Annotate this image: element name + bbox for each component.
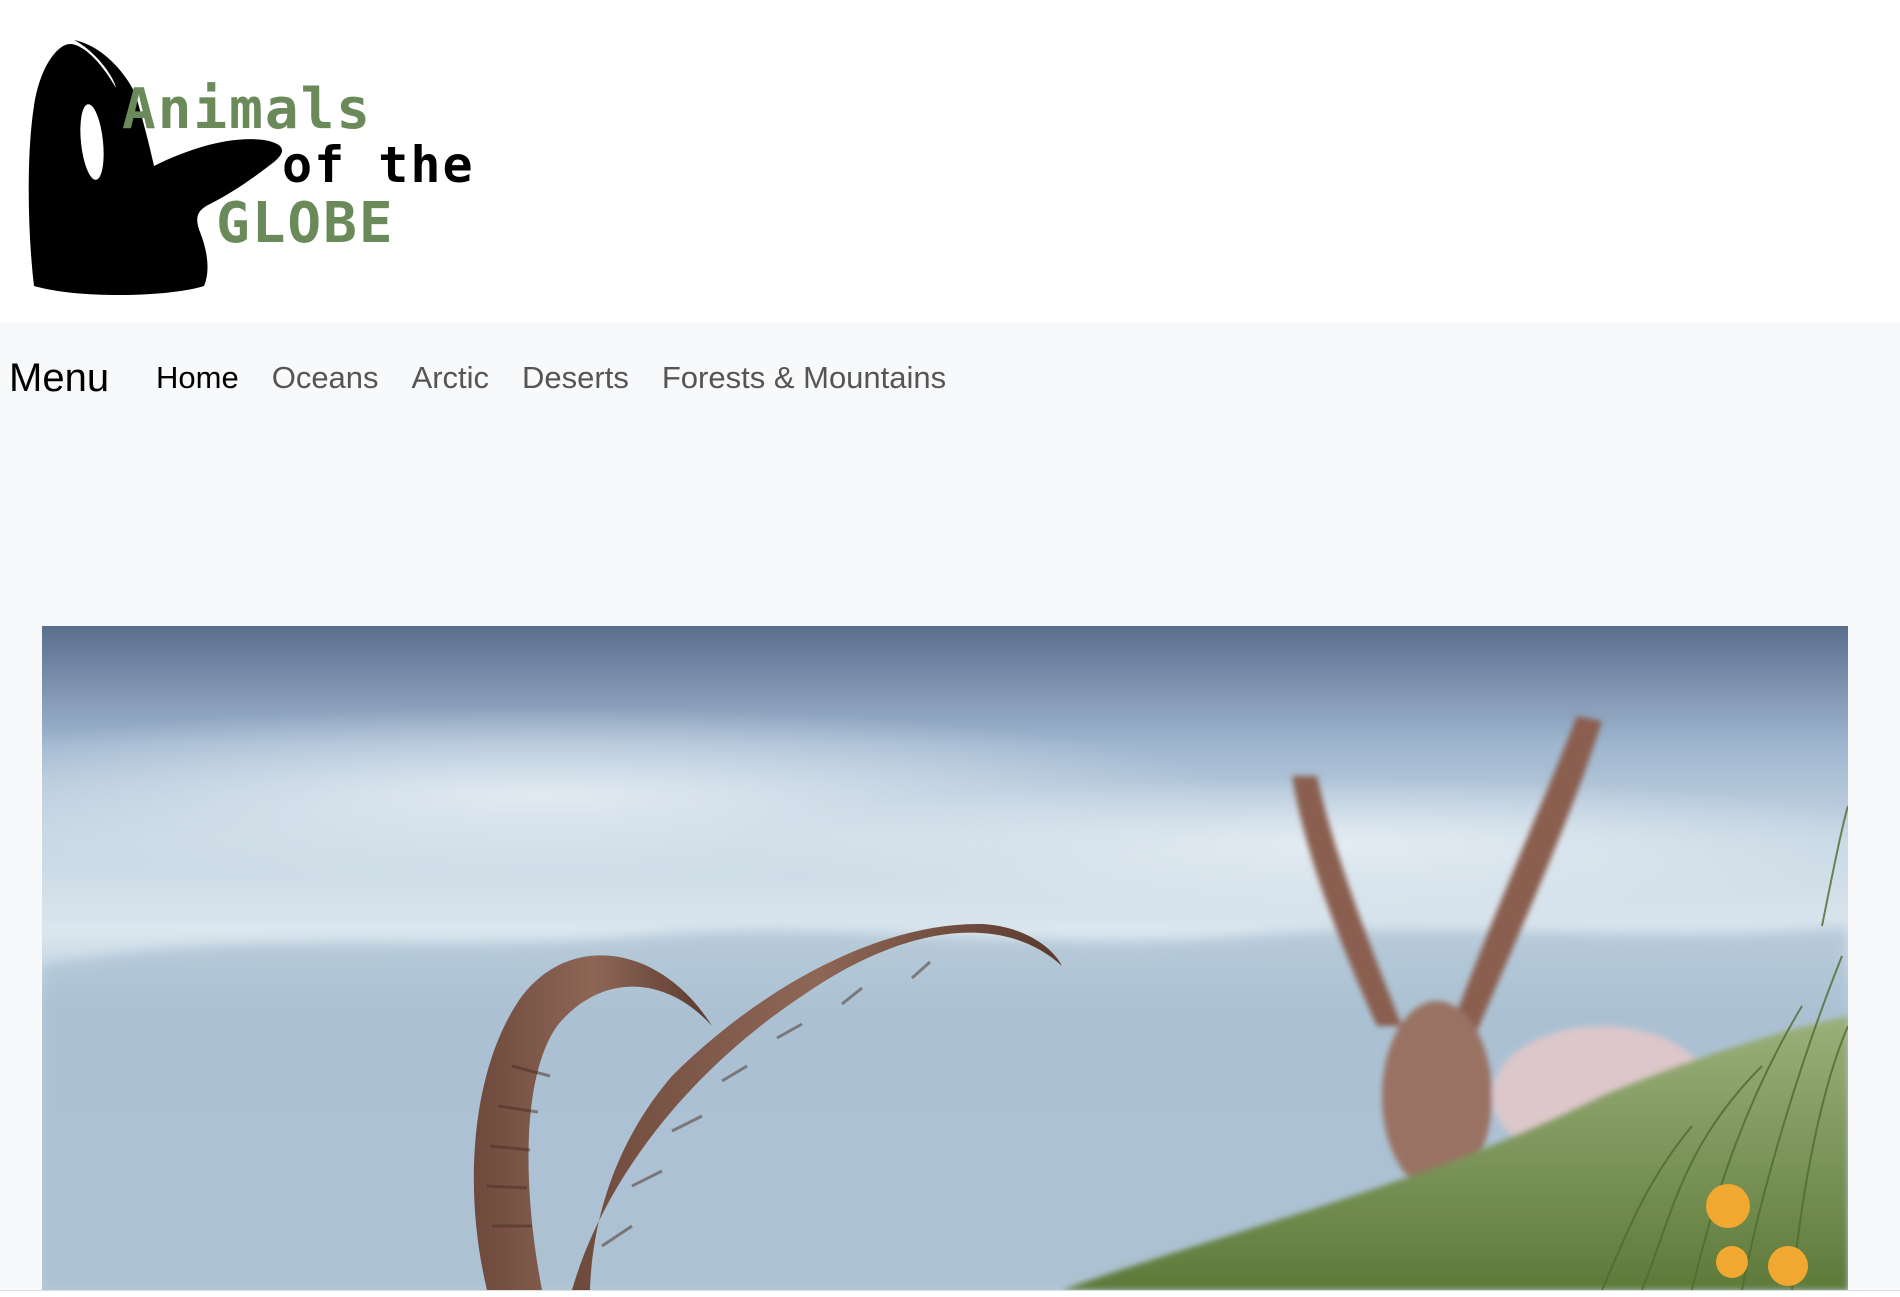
logo-text-globe: GLOBE [216, 191, 395, 256]
logo-text-animals: Animals [122, 77, 373, 142]
nav-link-arctic[interactable]: Arctic [412, 360, 490, 395]
logo-text-of-the: of the [282, 136, 475, 194]
main-navbar: Menu Home Oceans Arctic Deserts Forests … [0, 322, 1900, 438]
nav-link-home[interactable]: Home [156, 360, 239, 395]
nav-link-deserts[interactable]: Deserts [522, 360, 629, 395]
menu-title: Menu [9, 356, 110, 400]
nav-link-oceans[interactable]: Oceans [272, 360, 379, 395]
site-logo[interactable]: Animals of the GLOBE [24, 36, 473, 302]
nav-link-forests-mountains[interactable]: Forests & Mountains [662, 360, 946, 395]
main-content: Menu Home Oceans Arctic Deserts Forests … [0, 322, 1900, 1290]
site-header: Animals of the GLOBE [0, 0, 1900, 322]
nav-links: Home Oceans Arctic Deserts Forests & Mou… [156, 360, 946, 396]
hero-image [42, 626, 1848, 1290]
ibex-horns-photo [42, 626, 1848, 1290]
